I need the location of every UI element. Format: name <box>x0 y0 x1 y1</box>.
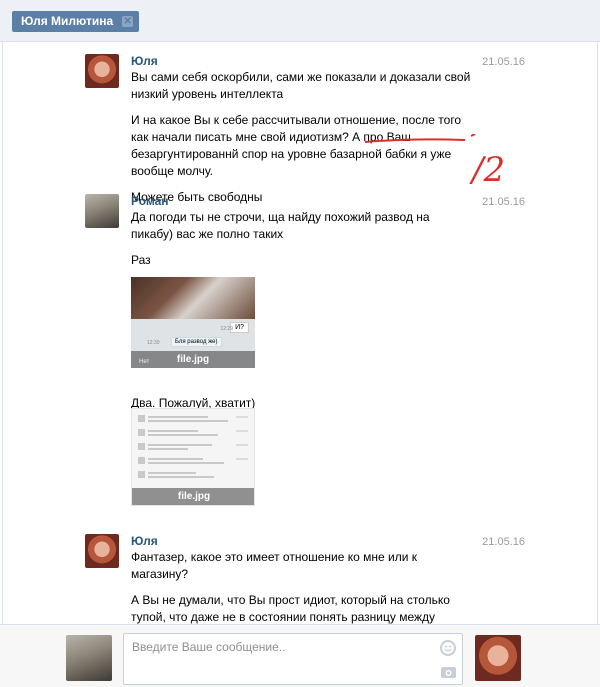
message-paragraph: Вы сами себя оскорбили, сами же показали… <box>131 70 471 101</box>
chat-tab[interactable]: Юля Милютина ✕ <box>12 11 140 32</box>
message-author[interactable]: Юля <box>131 54 158 68</box>
message-item: Роман 21.05.16 Да погоди ты не строчи, щ… <box>3 194 597 514</box>
red-annotation <box>364 134 476 143</box>
messages-frame: Юля 21.05.16 Вы сами себя оскорбили, сам… <box>2 42 598 687</box>
top-bar: Юля Милютина ✕ <box>0 0 600 42</box>
chat-tab-title: Юля Милютина <box>21 14 114 28</box>
annotation-text: /2 <box>472 150 506 190</box>
attachment-caption: file.jpg <box>132 488 254 505</box>
message-date: 21.05.16 <box>482 536 525 548</box>
peer-avatar[interactable] <box>475 635 521 681</box>
message-date: 21.05.16 <box>482 56 525 68</box>
avatar[interactable] <box>85 194 119 228</box>
close-icon[interactable]: ✕ <box>122 16 134 27</box>
message-date: 21.05.16 <box>482 196 525 208</box>
photo-thumbnail <box>131 277 255 319</box>
composer <box>0 624 600 687</box>
message-item: Юля 21.05.16 Фантазер, какое это имеет о… <box>3 534 597 641</box>
smile-icon[interactable] <box>440 640 456 656</box>
my-avatar[interactable] <box>66 635 112 681</box>
message-paragraph: Фантазер, какое это имеет отношение ко м… <box>131 550 418 581</box>
avatar[interactable] <box>85 54 119 88</box>
message-input-box[interactable] <box>123 633 463 685</box>
screenshot-attachment[interactable]: file.jpg <box>131 408 255 506</box>
message-author[interactable]: Юля <box>131 534 158 548</box>
message-input[interactable] <box>132 640 432 678</box>
bubble: Бля развод же) <box>171 337 222 347</box>
message-author[interactable]: Роман <box>131 194 169 208</box>
message-paragraph: Раз <box>131 253 151 267</box>
message-paragraph: Да погоди ты не строчи, ща найду похожий… <box>131 210 430 241</box>
camera-icon[interactable] <box>441 667 456 678</box>
message-text: Да погоди ты не строчи, ща найду похожий… <box>131 209 471 269</box>
avatar[interactable] <box>85 534 119 568</box>
photo-attachment[interactable]: И? 12:29 Бля развод же) 12:30 Нет file.j… <box>131 277 255 368</box>
attachment-caption: file.jpg <box>131 351 255 368</box>
